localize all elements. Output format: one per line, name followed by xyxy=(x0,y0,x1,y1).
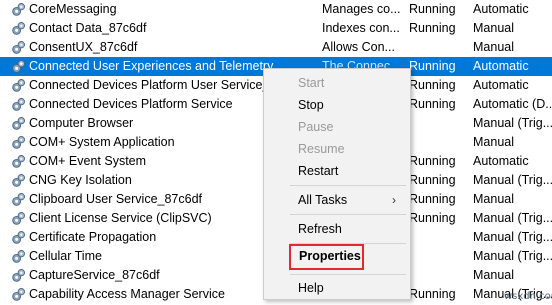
gear-icon xyxy=(11,230,26,245)
service-row[interactable]: Contact Data_87c6df Indexes con... Running… xyxy=(0,19,552,38)
service-description: Indexes con... xyxy=(322,21,400,35)
menu-item-label: Properties xyxy=(299,249,361,263)
menu-item-start: Start xyxy=(264,72,410,94)
gear-icon xyxy=(11,59,26,74)
service-startup-type: Automatic xyxy=(473,2,529,16)
gear-icon xyxy=(11,249,26,264)
gear-icon xyxy=(11,116,26,131)
menu-item-label: Restart xyxy=(298,164,339,178)
menu-item-help[interactable]: Help xyxy=(264,277,410,299)
service-status: Running xyxy=(409,211,456,225)
service-status: Running xyxy=(409,192,456,206)
service-startup-type: Automatic (D... xyxy=(473,97,552,111)
gear-icon xyxy=(11,135,26,150)
menu-item-properties[interactable]: Properties xyxy=(265,246,411,268)
service-status: Running xyxy=(409,173,456,187)
submenu-arrow-icon: › xyxy=(392,193,396,207)
watermark: wsxdn.com xyxy=(504,291,552,302)
service-startup-type: Manual xyxy=(473,21,514,35)
menu-separator xyxy=(290,214,406,215)
service-startup-type: Automatic xyxy=(473,59,529,73)
menu-item-label: Resume xyxy=(298,142,345,156)
service-startup-type: Automatic xyxy=(473,78,529,92)
service-startup-type: Manual (Trig... xyxy=(473,230,552,244)
menu-item-refresh[interactable]: Refresh xyxy=(264,218,410,240)
gear-icon xyxy=(11,2,26,17)
service-status: Running xyxy=(409,2,456,16)
service-startup-type: Automatic xyxy=(473,154,529,168)
service-startup-type: Manual xyxy=(473,192,514,206)
menu-item-label: All Tasks xyxy=(298,193,348,207)
menu-item-label: Start xyxy=(298,76,325,90)
service-startup-type: Manual (Trig... xyxy=(473,116,552,130)
gear-icon xyxy=(11,21,26,36)
service-description: Manages co... xyxy=(322,2,401,16)
menu-item-restart[interactable]: Restart xyxy=(264,160,410,182)
menu-separator xyxy=(290,185,406,186)
service-status: Running xyxy=(409,154,456,168)
menu-item-label: Stop xyxy=(298,98,324,112)
service-name: Contact Data_87c6df xyxy=(29,21,147,35)
menu-item-pause: Pause xyxy=(264,116,410,138)
service-status: Running xyxy=(409,21,456,35)
properties-highlight[interactable]: Properties xyxy=(289,244,364,270)
gear-icon xyxy=(11,287,26,302)
service-status: Running xyxy=(409,78,456,92)
service-row[interactable]: ConsentUX_87c6df Allows Con... Manual xyxy=(0,38,552,57)
gear-icon xyxy=(11,211,26,226)
menu-item-stop[interactable]: Stop xyxy=(264,94,410,116)
service-status: Running xyxy=(409,287,456,301)
menu-item-label: Pause xyxy=(298,120,334,134)
service-status: Running xyxy=(409,97,456,111)
gear-icon xyxy=(11,40,26,55)
service-startup-type: Manual xyxy=(473,268,514,282)
menu-separator xyxy=(290,274,406,275)
service-startup-type: Manual (Trig... xyxy=(473,249,552,263)
service-startup-type: Manual xyxy=(473,135,514,149)
menu-item-all-tasks[interactable]: All Tasks › xyxy=(264,189,410,211)
gear-icon xyxy=(11,268,26,283)
menu-item-label: Refresh xyxy=(298,222,342,236)
service-startup-type: Manual (Trig... xyxy=(473,211,552,225)
service-row[interactable]: CoreMessaging Manages co... Running Automat… xyxy=(0,0,552,19)
menu-item-label: Help xyxy=(298,281,324,295)
service-status: Running xyxy=(409,59,456,73)
gear-icon xyxy=(11,173,26,188)
gear-icon xyxy=(11,97,26,112)
service-name: ConsentUX_87c6df xyxy=(29,40,138,54)
service-startup-type: Manual xyxy=(473,40,514,54)
menu-item-resume: Resume xyxy=(264,138,410,160)
gear-icon xyxy=(11,78,26,93)
gear-icon xyxy=(11,154,26,169)
service-description: Allows Con... xyxy=(322,40,395,54)
service-startup-type: Manual (Trig... xyxy=(473,173,552,187)
gear-icon xyxy=(11,192,26,207)
service-name: CoreMessaging xyxy=(29,2,117,16)
